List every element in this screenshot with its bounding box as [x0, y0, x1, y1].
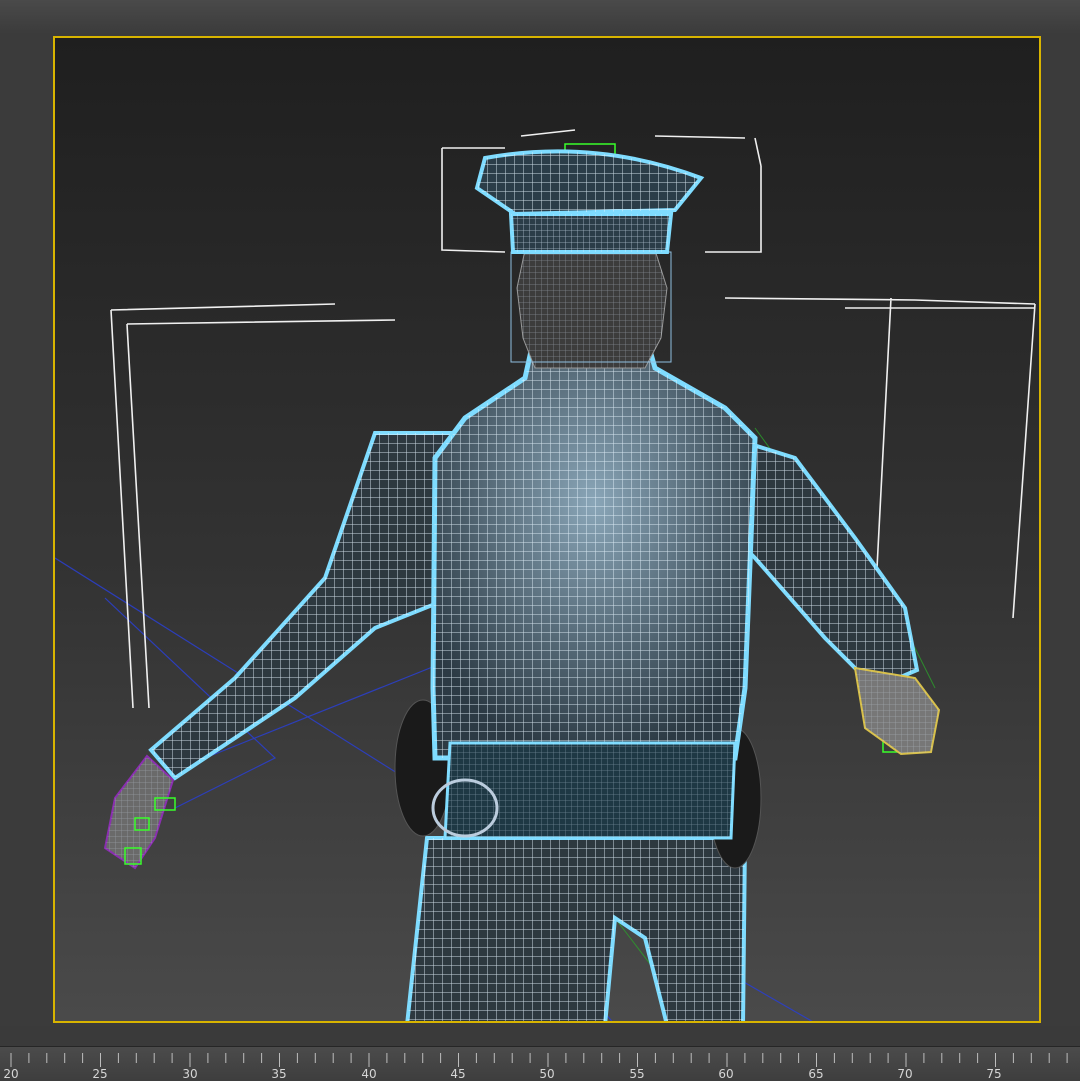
tick-label: 70	[897, 1067, 913, 1081]
tick-label: 50	[539, 1067, 555, 1081]
tick-label: 75	[986, 1067, 1002, 1081]
tick-label: 55	[629, 1067, 645, 1081]
viewport-top-bar	[0, 0, 1080, 35]
perspective-viewport[interactable]	[53, 36, 1041, 1023]
tick-label: 65	[808, 1067, 824, 1081]
tick-label: 25	[92, 1067, 108, 1081]
tick-label: 40	[361, 1067, 377, 1081]
tick-label: 30	[182, 1067, 198, 1081]
tick-label: 45	[450, 1067, 466, 1081]
viewport-bottom-strip	[0, 1026, 1080, 1046]
wireframe-scene	[55, 129, 1036, 1021]
tick-label: 60	[718, 1067, 734, 1081]
tick-label: 35	[271, 1067, 287, 1081]
timeline-ruler[interactable]: 20 25 30 35 40 45 50 55 60 65 70 75	[0, 1046, 1080, 1081]
tick-label: 20	[3, 1067, 19, 1081]
